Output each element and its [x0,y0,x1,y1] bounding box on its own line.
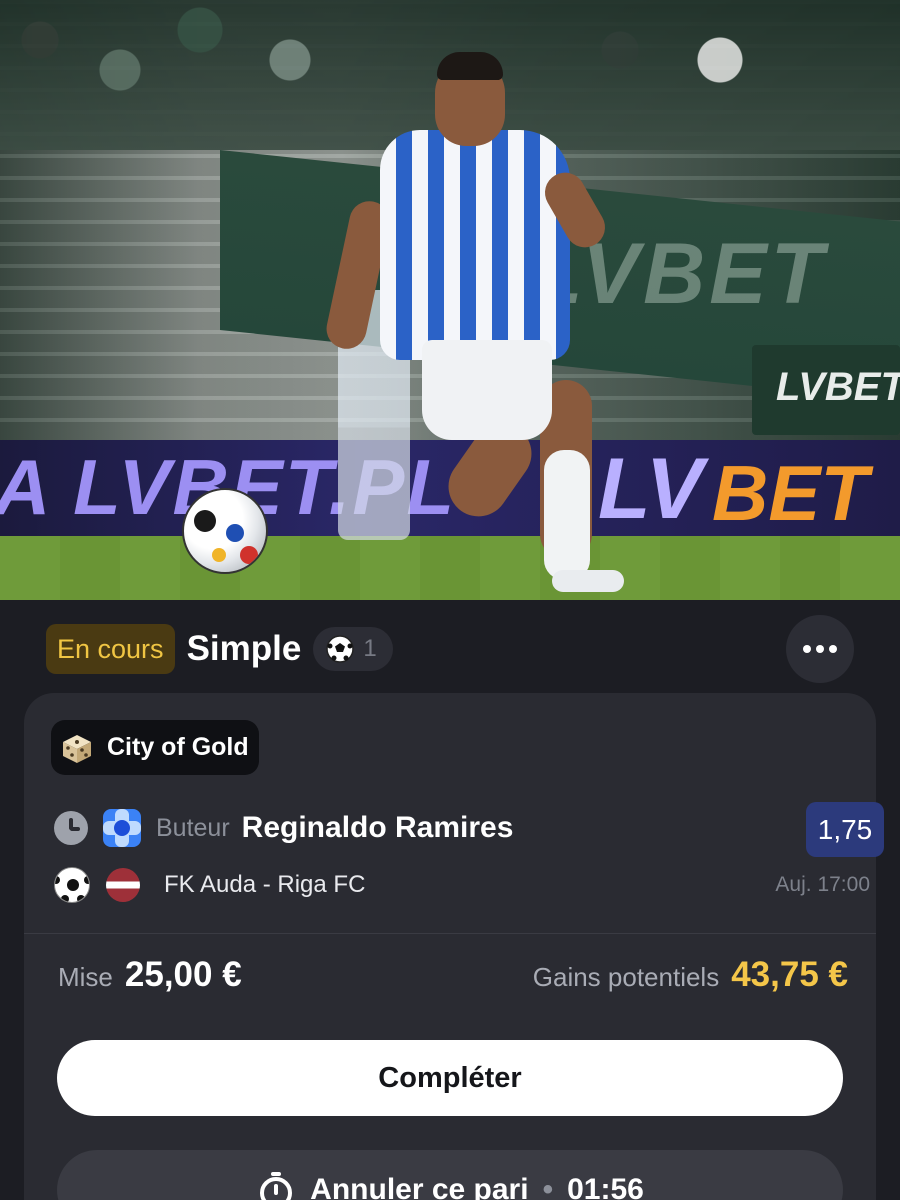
cancel-bet-button[interactable]: Annuler ce pari • 01:56 [57,1150,843,1200]
player-shirt [380,130,570,360]
dice-icon [63,734,91,763]
player-boot [552,570,624,592]
stake-label: Mise [58,962,113,992]
player-sock [544,450,590,580]
cancel-timer: 01:56 [567,1173,644,1200]
bet-card: City of Gold Buteur Reginaldo Ramires 1,… [24,693,884,1200]
cancel-bet-label: Annuler ce pari [310,1173,529,1200]
selection-count-badge: 1 [313,627,393,671]
side-board: LVBET [752,345,900,435]
selection-row[interactable]: Buteur Reginaldo Ramires 1,75 [54,797,884,859]
stake-value: 25,00 € [124,955,242,994]
match-row[interactable]: FK Auda - Riga FC Auj. 17:00 [54,863,870,907]
gain-label: Gains potentiels [532,962,720,992]
football [182,488,268,574]
team-logo-icon [103,809,141,847]
complete-button[interactable]: Compléter [57,1040,843,1116]
soccer-ball-icon [326,635,355,663]
divider [24,933,876,934]
market-label: Buteur [156,813,230,842]
stake-row: Mise 25,00 € Gains potentiels 43,75 € [58,955,848,1005]
potential-gain: Gains potentiels 43,75 € [533,955,848,995]
separator-dot: • [542,1173,554,1200]
stopwatch-icon [260,1172,293,1200]
bet-type-title: Simple [186,629,302,668]
player-name: Reginaldo Ramires [241,811,514,844]
hero-photo: LVBET LVBET A LVBET.PL LV BET [0,0,900,600]
casino-tag[interactable]: City of Gold [51,720,259,775]
bet-panel: En cours Simple 1 City of Gold Buteur Re… [0,600,900,1200]
gain-value: 43,75 € [731,955,848,994]
status-badge: En cours [46,624,175,674]
ad-board-bet-text: BET [712,449,868,537]
clock-icon [54,811,88,845]
football-player [322,50,630,595]
casino-tag-label: City of Gold [107,733,249,761]
bet-header: En cours Simple 1 [46,624,393,674]
latvia-flag-icon [106,868,140,902]
selection-count: 1 [363,635,377,662]
more-dots-icon [803,645,811,653]
soccer-ball-icon [54,867,90,903]
match-name: FK Auda - Riga FC [164,871,366,898]
match-time: Auj. 17:00 [775,873,870,896]
side-board-text: LVBET [776,365,900,409]
more-options-button[interactable] [786,615,854,683]
odds-badge[interactable]: 1,75 [806,802,884,857]
player-shorts [422,340,552,440]
player-hair [437,52,503,80]
